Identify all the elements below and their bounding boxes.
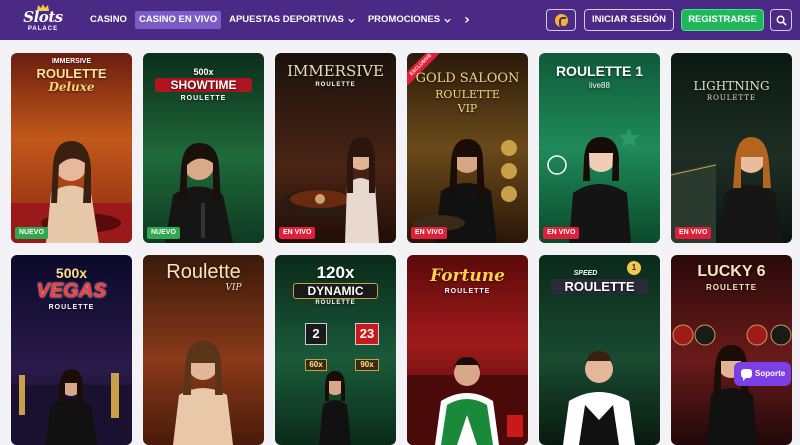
game-card[interactable]: IMMERSIVE ROULETTE EN VIVO — [275, 53, 396, 243]
game-title-line: GOLD SALOON — [415, 71, 520, 86]
game-card[interactable]: 120x DYNAMIC ROULETTE 2 23 60x 90x — [275, 255, 396, 445]
game-card[interactable]: SPEED ROULETTE 1 — [539, 255, 660, 445]
dynamic-number-red: 23 — [355, 323, 379, 345]
game-card[interactable]: ROULETTE 1 live88 EN VIVO — [539, 53, 660, 243]
game-card[interactable]: IMMERSIVE ROULETTE Deluxe NUEVO — [11, 53, 132, 243]
logo-subtitle: PALACE — [27, 26, 59, 32]
login-button[interactable]: INICIAR SESIÓN — [584, 9, 674, 31]
status-badge: NUEVO — [15, 227, 48, 239]
game-title-line: LUCKY 6 — [697, 263, 766, 280]
game-title-line: VIP — [225, 283, 242, 293]
game-title-line: IMMERSIVE — [287, 62, 384, 80]
dynamic-multiplier-right: 90x — [355, 359, 379, 371]
game-title-line: VIP — [457, 102, 478, 115]
game-title-line: ROULETTE — [444, 288, 491, 295]
register-button[interactable]: REGISTRARSE — [681, 9, 764, 31]
game-title-line: ROULETTE — [36, 66, 107, 81]
game-title-line: ROULETTE — [315, 300, 356, 306]
game-card[interactable]: Fortune ROULETTE — [407, 255, 528, 445]
support-label: Soporte — [755, 369, 786, 378]
game-title-line: DYNAMIC — [293, 283, 378, 299]
nav-casino-en-vivo[interactable]: CASINO EN VIVO — [134, 11, 222, 29]
nav-casino-label: CASINO — [90, 14, 127, 25]
status-badge: EN VIVO — [411, 227, 448, 239]
support-chat-button[interactable]: Soporte — [734, 362, 791, 386]
chat-bubble-icon — [741, 369, 752, 381]
game-title-line: Roulette — [166, 261, 241, 283]
game-title-line: ROULETTE — [551, 279, 648, 294]
chevron-down-icon — [348, 18, 355, 23]
game-title-line: 120x — [316, 263, 355, 282]
logo-wordmark: Slots — [23, 8, 63, 26]
game-card[interactable]: LUCKY 6 ROULETTE — [671, 255, 792, 445]
game-card[interactable]: LIGHTNING ROULETTE EN VIVO — [671, 53, 792, 243]
game-title-line: ROULETTE 1 — [555, 63, 644, 79]
game-title-line: ROULETTE — [706, 94, 757, 102]
main-nav: CASINO CASINO EN VIVO APUESTAS DEPORTIVA… — [86, 11, 474, 29]
game-title-line: LIGHTNING — [693, 79, 770, 93]
game-title-line: IMMERSIVE — [51, 58, 92, 65]
nav-apuestas-label: APUESTAS DEPORTIVAS — [229, 14, 344, 25]
game-card[interactable]: 500x VEGAS ROULETTE — [11, 255, 132, 445]
search-icon — [776, 15, 787, 26]
game-title-line: Deluxe — [48, 80, 95, 94]
chevron-right-icon[interactable]: › — [460, 11, 474, 29]
coin-button[interactable] — [546, 9, 576, 31]
status-badge: EN VIVO — [675, 227, 712, 239]
dynamic-number-black: 2 — [305, 323, 327, 345]
status-badge: NUEVO — [147, 227, 180, 239]
dynamic-multiplier-left: 60x — [305, 359, 327, 371]
game-title-line: VEGAS — [36, 280, 107, 302]
game-title-line: 1 — [627, 261, 641, 275]
game-card[interactable]: EXCLUSIVE GOLD SALOON ROULETTE VIP EN VI… — [407, 53, 528, 243]
site-logo[interactable]: Slots PALACE — [14, 4, 72, 36]
nav-apuestas-deportivas[interactable]: APUESTAS DEPORTIVAS — [225, 11, 360, 29]
game-title-line: ROULETTE — [315, 82, 356, 88]
chevron-down-icon — [444, 18, 451, 23]
game-title-line: Fortune — [430, 266, 505, 286]
game-title-line: ROULETTE — [180, 95, 227, 102]
top-navigation-bar: Slots PALACE CASINO CASINO EN VIVO APUES… — [0, 0, 800, 40]
game-title-line: live88 — [589, 81, 610, 90]
nav-casino[interactable]: CASINO — [86, 11, 131, 29]
game-card[interactable]: Roulette VIP — [143, 255, 264, 445]
status-badge: EN VIVO — [279, 227, 316, 239]
nav-promociones-label: PROMOCIONES — [367, 14, 441, 25]
game-card[interactable]: 500x SHOWTIME ROULETTE NUEVO — [143, 53, 264, 243]
game-title-line: ROULETTE — [705, 283, 758, 292]
game-title-line: ROULETTE — [48, 304, 95, 311]
search-button[interactable] — [770, 9, 792, 31]
nav-casino-en-vivo-label: CASINO EN VIVO — [138, 14, 218, 25]
game-title-line: 500x — [193, 67, 214, 77]
game-title-line: SHOWTIME — [155, 78, 252, 92]
status-badge: EN VIVO — [543, 227, 580, 239]
coin-icon — [554, 13, 568, 28]
nav-promociones[interactable]: PROMOCIONES — [364, 11, 456, 29]
game-title-line: 500x — [55, 265, 88, 281]
game-title-line: ROULETTE — [435, 88, 500, 101]
